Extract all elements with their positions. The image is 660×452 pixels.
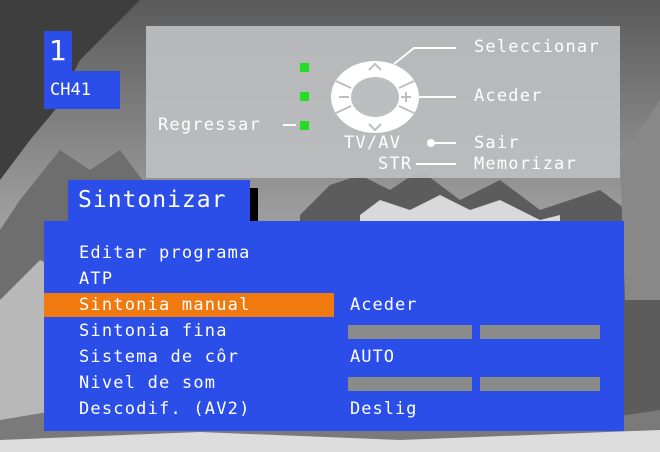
menu-item-decoder-av2[interactable]: Descodif. (AV2) Deslig (44, 397, 624, 421)
indicator-square-bottom (300, 121, 309, 130)
menu-item-edit-program[interactable]: Editar programa (44, 241, 624, 265)
channel-indicator: 1 CH41 (44, 31, 120, 109)
help-store-label: Memorizar (474, 154, 577, 174)
menu-item-label: Sistema de côr (79, 347, 240, 367)
indicator-square-top (300, 63, 309, 72)
menu-item-fine-tuning[interactable]: Sintonia fina (44, 319, 624, 343)
menu-item-label: Sintonia manual (44, 293, 334, 317)
fine-tuning-bar-left (348, 325, 472, 339)
tuning-menu-panel: Editar programa ATP Sintonia manual Aced… (44, 221, 624, 431)
help-exit-label: Sair (474, 133, 520, 153)
sound-level-bar-left (348, 377, 472, 391)
menu-item-manual-tuning[interactable]: Sintonia manual Aceder (44, 293, 624, 317)
sound-level-bar-right (480, 377, 600, 391)
menu-item-label: Nivel de som (79, 373, 217, 393)
menu-item-value: AUTO (350, 347, 395, 367)
menu-item-value: Aceder (350, 295, 418, 315)
menu-title: Sintonizar (68, 180, 250, 226)
menu-item-label: Editar programa (79, 243, 251, 263)
menu-item-label: Descodif. (AV2) (79, 399, 251, 419)
dpad-center-icon (351, 77, 399, 117)
channel-name: CH41 (44, 71, 120, 109)
fine-tuning-bar-right (480, 325, 600, 339)
menu-item-atp[interactable]: ATP (44, 267, 624, 291)
help-back-label: Regressar (158, 115, 261, 135)
remote-help-panel: Seleccionar Aceder Regressar TV/AV Sair … (146, 26, 620, 178)
help-str-label: STR (378, 154, 413, 174)
menu-item-sound-level[interactable]: Nivel de som (44, 371, 624, 395)
menu-item-label: Sintonia fina (79, 321, 228, 341)
help-enter-label: Aceder (474, 86, 543, 106)
menu-item-value: Deslig (350, 399, 418, 419)
menu-item-color-system[interactable]: Sistema de côr AUTO (44, 345, 624, 369)
indicator-square-middle (300, 92, 309, 101)
help-select-label: Seleccionar (474, 37, 600, 57)
help-tvav-label: TV/AV (344, 133, 402, 153)
menu-item-label: ATP (79, 269, 114, 289)
channel-number: 1 (44, 31, 72, 71)
